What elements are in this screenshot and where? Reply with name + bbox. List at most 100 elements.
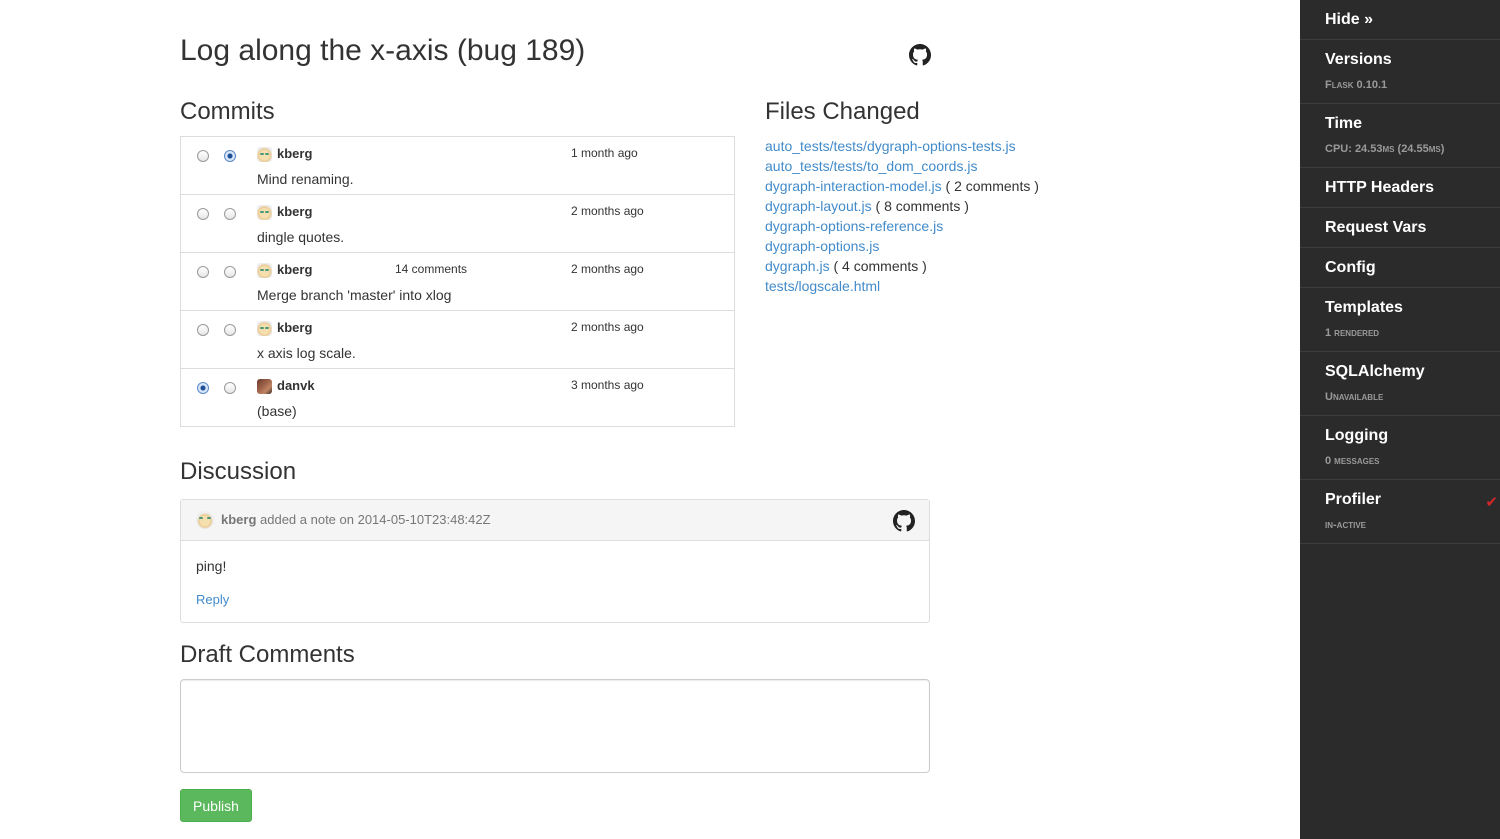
commit-author: kberg: [277, 204, 313, 219]
publish-button[interactable]: Publish: [180, 789, 252, 822]
toolbar-panel-time[interactable]: Time CPU: 24.53ms (24.55ms): [1300, 104, 1500, 168]
toolbar-panel-title: Request Vars: [1325, 219, 1427, 236]
avatar: [257, 379, 272, 394]
file-link[interactable]: dygraph-options.js: [765, 238, 879, 254]
file-item: dygraph-layout.js ( 8 comments ): [765, 198, 1039, 218]
commit-row: kberg 2 months ago dingle quotes.: [181, 194, 734, 252]
discussion-note: kberg added a note on 2014-05-10T23:48:4…: [180, 499, 930, 623]
main-content: Log along the x-axis (bug 189) Commits k…: [0, 0, 1300, 839]
toolbar-panel-title: Config: [1325, 259, 1376, 276]
commits-list: kberg 1 month ago Mind renaming. kberg 2 mon…: [180, 136, 735, 427]
note-author: kberg: [221, 512, 257, 527]
debug-toolbar: Hide » Versions Flask 0.10.1 Time CPU: 24.5…: [1300, 0, 1500, 839]
file-item: dygraph-options-reference.js: [765, 218, 1039, 238]
compare-from-radio[interactable]: [197, 266, 209, 278]
toolbar-panel-subtitle: 1 rendered: [1325, 327, 1380, 339]
page-title: Log along the x-axis (bug 189): [180, 34, 586, 67]
commit-row: kberg 1 month ago Mind renaming.: [181, 137, 734, 194]
commit-time: 1 month ago: [571, 146, 638, 160]
compare-to-radio[interactable]: [224, 382, 236, 394]
toolbar-panel-subtitle: CPU: 24.53ms (24.55ms): [1325, 143, 1445, 155]
file-comment-count: ( 8 comments ): [875, 198, 969, 214]
toolbar-panel-title: SQLAlchemy: [1325, 363, 1425, 380]
file-item: dygraph-interaction-model.js ( 2 comment…: [765, 178, 1039, 198]
file-item: tests/logscale.html: [765, 278, 1039, 298]
commit-time: 2 months ago: [571, 204, 644, 218]
commit-time: 2 months ago: [571, 320, 644, 334]
commit-time: 3 months ago: [571, 378, 644, 392]
toolbar-panel-subtitle: Flask 0.10.1: [1325, 79, 1388, 91]
toolbar-panel-title: HTTP Headers: [1325, 179, 1435, 196]
files-changed-list: auto_tests/tests/dygraph-options-tests.j…: [765, 138, 1039, 298]
note-meta: added a note on 2014-05-10T23:48:42Z: [260, 512, 491, 527]
toolbar-panel-title: Time: [1325, 115, 1363, 132]
toolbar-panel-subtitle: Unavailable: [1325, 391, 1384, 403]
toolbar-panel-title: Logging: [1325, 427, 1389, 444]
file-link[interactable]: dygraph-layout.js: [765, 198, 872, 214]
commits-heading: Commits: [180, 98, 275, 125]
discussion-heading: Discussion: [180, 458, 297, 485]
file-item: dygraph.js ( 4 comments ): [765, 258, 1039, 278]
commit-message: Merge branch 'master' into xlog: [257, 287, 452, 303]
toolbar-panel-profiler[interactable]: Profiler in-active ✔: [1300, 480, 1500, 544]
compare-to-radio[interactable]: [224, 324, 236, 336]
avatar: [257, 205, 272, 220]
files-changed-heading: Files Changed: [765, 98, 920, 125]
toolbar-panel-subtitle: in-active: [1325, 519, 1366, 531]
commit-row: kberg 2 months ago x axis log scale.: [181, 310, 734, 368]
toolbar-panel-templates[interactable]: Templates 1 rendered: [1300, 288, 1500, 352]
compare-from-radio[interactable]: [197, 150, 209, 162]
compare-from-radio[interactable]: [197, 208, 209, 220]
commit-author: kberg: [277, 262, 313, 277]
file-item: auto_tests/tests/dygraph-options-tests.j…: [765, 138, 1039, 158]
file-link[interactable]: auto_tests/tests/to_dom_coords.js: [765, 158, 977, 174]
file-item: auto_tests/tests/to_dom_coords.js: [765, 158, 1039, 178]
toolbar-panel-sqlalchemy[interactable]: SQLAlchemy Unavailable: [1300, 352, 1500, 416]
commit-row: danvk 3 months ago (base): [181, 368, 734, 426]
file-link[interactable]: auto_tests/tests/dygraph-options-tests.j…: [765, 138, 1016, 154]
toolbar-hide-button[interactable]: Hide »: [1300, 0, 1500, 40]
commit-comments-count: 14 comments: [395, 262, 468, 276]
github-icon[interactable]: [893, 510, 915, 532]
file-comment-count: ( 2 comments ): [945, 178, 1039, 194]
toolbar-panel-http-headers[interactable]: HTTP Headers: [1300, 168, 1500, 208]
commit-message: Mind renaming.: [257, 171, 354, 187]
commit-message: dingle quotes.: [257, 229, 345, 245]
toolbar-panel-config[interactable]: Config: [1300, 248, 1500, 288]
compare-from-radio[interactable]: [197, 324, 209, 336]
compare-to-radio[interactable]: [224, 266, 236, 278]
avatar: [257, 147, 272, 162]
file-link[interactable]: dygraph.js: [765, 258, 830, 274]
commit-author: danvk: [277, 378, 315, 393]
commit-message: (base): [257, 403, 297, 419]
file-link[interactable]: dygraph-options-reference.js: [765, 218, 943, 234]
compare-to-radio[interactable]: [224, 150, 236, 162]
reply-link[interactable]: Reply: [196, 592, 229, 607]
toolbar-hide-label: Hide »: [1325, 11, 1374, 28]
compare-from-radio[interactable]: [197, 382, 209, 394]
file-comment-count: ( 4 comments ): [833, 258, 927, 274]
draft-comment-textarea[interactable]: [180, 679, 930, 773]
note-body: ping!: [196, 558, 227, 574]
file-link[interactable]: tests/logscale.html: [765, 278, 880, 294]
github-icon[interactable]: [909, 44, 931, 66]
toolbar-panel-title: Versions: [1325, 51, 1392, 68]
avatar: [257, 321, 272, 336]
toolbar-panel-subtitle: 0 messages: [1325, 455, 1380, 467]
commit-time: 2 months ago: [571, 262, 644, 276]
commit-author: kberg: [277, 320, 313, 335]
file-link[interactable]: dygraph-interaction-model.js: [765, 178, 942, 194]
toolbar-panel-versions[interactable]: Versions Flask 0.10.1: [1300, 40, 1500, 104]
avatar: [196, 511, 214, 529]
toolbar-panel-title: Templates: [1325, 299, 1403, 316]
draft-comments-heading: Draft Comments: [180, 641, 355, 668]
avatar: [257, 263, 272, 278]
toolbar-panel-request-vars[interactable]: Request Vars: [1300, 208, 1500, 248]
commit-author: kberg: [277, 146, 313, 161]
file-item: dygraph-options.js: [765, 238, 1039, 258]
compare-to-radio[interactable]: [224, 208, 236, 220]
toolbar-panel-logging[interactable]: Logging 0 messages: [1300, 416, 1500, 480]
commit-row: kberg 14 comments 2 months ago Merge branch…: [181, 252, 734, 310]
checkmark-icon[interactable]: ✔: [1485, 493, 1498, 511]
toolbar-panel-title: Profiler: [1325, 491, 1382, 508]
